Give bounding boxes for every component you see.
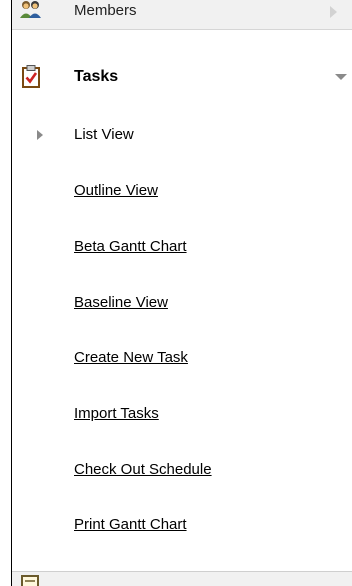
section-label-members: Members (74, 2, 137, 19)
document-icon (19, 574, 43, 586)
members-icon (19, 0, 43, 20)
clipboard-check-icon (19, 64, 43, 88)
section-header-tasks[interactable]: Tasks (12, 58, 352, 98)
navigation-panel: Members Tasks List View Outline View Bet… (0, 0, 352, 586)
menu-item-create-new-task[interactable]: Create New Task (74, 349, 188, 366)
section-header-members[interactable]: Members (12, 0, 352, 30)
chevron-down-icon[interactable] (334, 70, 348, 84)
section-header-next[interactable] (12, 571, 352, 586)
menu-item-outline-view[interactable]: Outline View (74, 182, 158, 199)
menu-item-check-out-schedule[interactable]: Check Out Schedule (74, 461, 212, 478)
menu-item-import-tasks[interactable]: Import Tasks (74, 405, 159, 422)
chevron-right-icon[interactable] (326, 5, 340, 19)
menu-item-list-view[interactable]: List View (74, 126, 134, 143)
menu-item-beta-gantt-chart[interactable]: Beta Gantt Chart (74, 238, 187, 255)
menu-item-baseline-view[interactable]: Baseline View (74, 294, 168, 311)
menu-item-print-gantt-chart[interactable]: Print Gantt Chart (74, 516, 187, 533)
section-label-tasks: Tasks (74, 68, 119, 85)
current-item-arrow-icon (36, 128, 44, 140)
